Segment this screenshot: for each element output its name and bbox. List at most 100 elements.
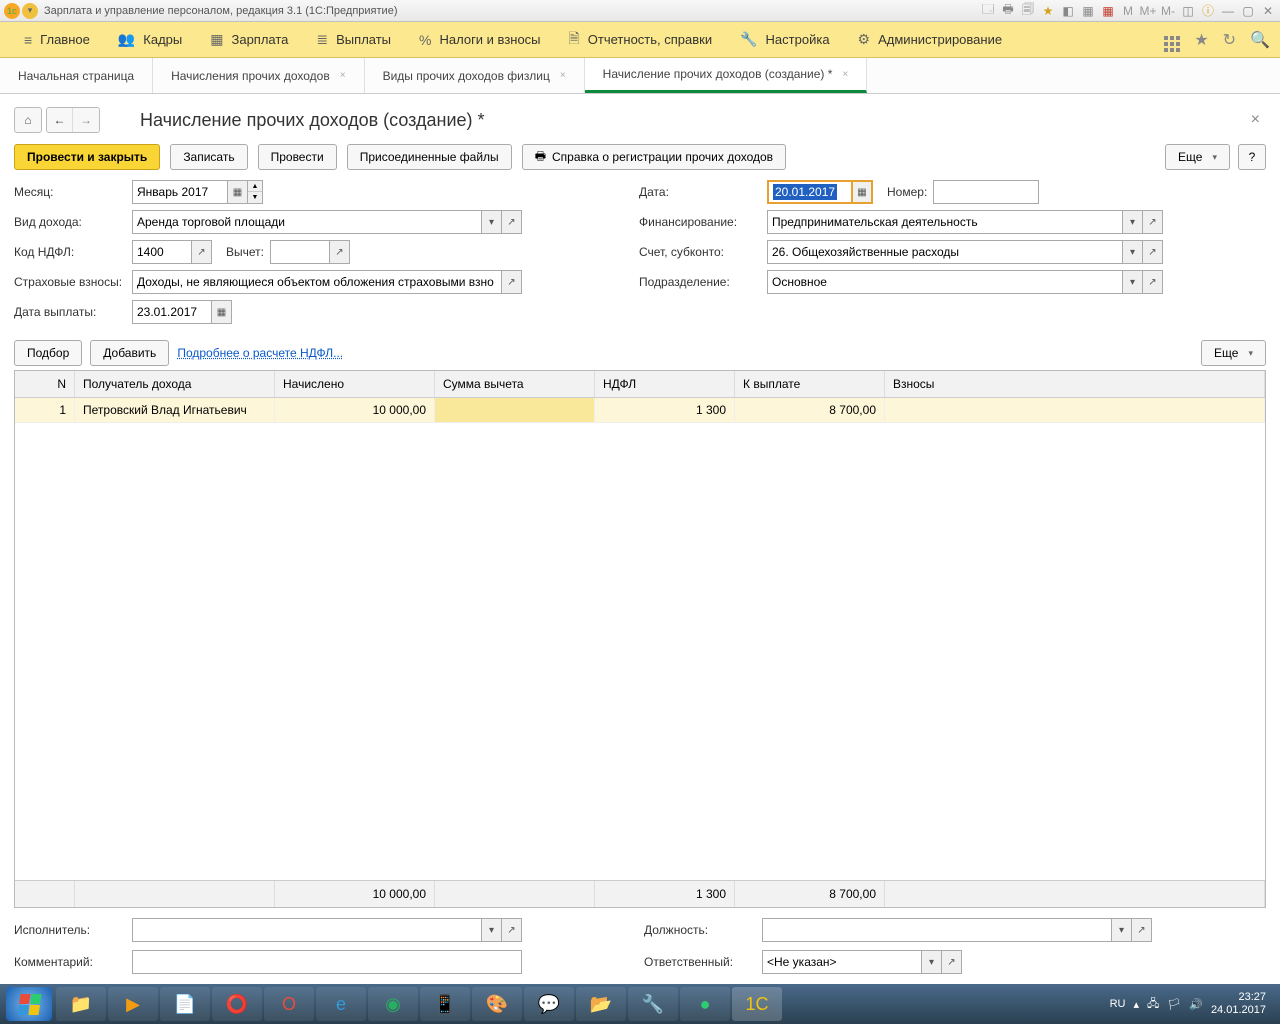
tray-volume-icon[interactable]: 🔊 bbox=[1189, 998, 1203, 1011]
executor-field[interactable] bbox=[132, 918, 482, 942]
taskbar-app[interactable]: 🎨 bbox=[472, 987, 522, 1021]
reference-button[interactable]: 🖶Справка о регистрации прочих доходов bbox=[522, 144, 786, 170]
write-button[interactable]: Записать bbox=[170, 144, 247, 170]
department-field[interactable] bbox=[767, 270, 1123, 294]
taskbar-app-1c[interactable]: 1C bbox=[732, 987, 782, 1021]
col-ndfl[interactable]: НДФЛ bbox=[595, 371, 735, 397]
favorite-icon[interactable]: ★ bbox=[1194, 30, 1208, 50]
taskbar-app[interactable]: O bbox=[264, 987, 314, 1021]
titlebar-icon[interactable]: ◧ bbox=[1060, 3, 1076, 19]
minimize-icon[interactable]: — bbox=[1220, 3, 1236, 19]
help-button[interactable]: ? bbox=[1238, 144, 1266, 170]
dropdown-icon[interactable]: ▾ bbox=[482, 210, 502, 234]
menu-taxes[interactable]: %Налоги и взносы bbox=[405, 22, 555, 57]
tray-clock[interactable]: 23:27 24.01.2017 bbox=[1211, 991, 1274, 1017]
menu-reports[interactable]: 🗎Отчетность, справки bbox=[555, 22, 727, 57]
date-picker-icon[interactable]: ▦ bbox=[853, 180, 873, 204]
menu-admin[interactable]: ⚙Администрирование bbox=[844, 22, 1017, 57]
apps-icon[interactable] bbox=[1164, 27, 1180, 52]
close-page-icon[interactable]: × bbox=[1245, 111, 1266, 129]
income-type-field[interactable] bbox=[132, 210, 482, 234]
table-more-button[interactable]: Еще bbox=[1201, 340, 1266, 366]
month-spinner[interactable]: ▲▼ bbox=[248, 180, 263, 204]
dropdown-icon[interactable]: ▾ bbox=[1123, 210, 1143, 234]
post-and-close-button[interactable]: Провести и закрыть bbox=[14, 144, 160, 170]
ndfl-details-link[interactable]: Подробнее о расчете НДФЛ... bbox=[177, 346, 343, 360]
calendar-icon[interactable]: ▦ bbox=[1100, 3, 1116, 19]
star-icon[interactable]: ★ bbox=[1040, 3, 1056, 19]
deduction-field[interactable] bbox=[270, 240, 330, 264]
select-button[interactable]: Подбор bbox=[14, 340, 82, 366]
tab-create-accrual[interactable]: Начисление прочих доходов (создание) *× bbox=[585, 58, 868, 93]
m-minus-icon[interactable]: M- bbox=[1160, 3, 1176, 19]
taskbar-app[interactable]: 🔧 bbox=[628, 987, 678, 1021]
dropdown-icon[interactable]: ▾ bbox=[1123, 240, 1143, 264]
dropdown-icon[interactable]: ▾ bbox=[922, 950, 942, 974]
open-icon[interactable]: ↗ bbox=[502, 210, 522, 234]
open-icon[interactable]: ↗ bbox=[502, 270, 522, 294]
menu-payments[interactable]: ≣Выплаты bbox=[302, 22, 405, 57]
month-field[interactable] bbox=[132, 180, 228, 204]
col-contrib[interactable]: Взносы bbox=[885, 371, 1265, 397]
m-icon[interactable]: M bbox=[1120, 3, 1136, 19]
menu-salary[interactable]: ▦Зарплата bbox=[196, 22, 302, 57]
open-icon[interactable]: ↗ bbox=[1143, 240, 1163, 264]
tab-close-icon[interactable]: × bbox=[340, 70, 346, 81]
info-icon[interactable]: ⓘ bbox=[1200, 3, 1216, 19]
dropdown-icon[interactable]: ▾ bbox=[482, 918, 502, 942]
tab-home[interactable]: Начальная страница bbox=[0, 58, 153, 93]
tray-icon[interactable]: 🖧 bbox=[1147, 995, 1159, 1014]
open-icon[interactable]: ↗ bbox=[1143, 270, 1163, 294]
open-icon[interactable]: ↗ bbox=[942, 950, 962, 974]
open-icon[interactable]: ↗ bbox=[1132, 918, 1152, 942]
history-icon[interactable]: ↻ bbox=[1223, 30, 1236, 50]
open-icon[interactable]: ↗ bbox=[1143, 210, 1163, 234]
menu-settings[interactable]: 🔧Настройка bbox=[726, 22, 843, 57]
responsible-field[interactable] bbox=[762, 950, 922, 974]
financing-field[interactable] bbox=[767, 210, 1123, 234]
tab-accruals[interactable]: Начисления прочих доходов× bbox=[153, 58, 364, 93]
tab-close-icon[interactable]: × bbox=[560, 70, 566, 81]
col-deduction[interactable]: Сумма вычета bbox=[435, 371, 595, 397]
taskbar-app[interactable]: 💬 bbox=[524, 987, 574, 1021]
taskbar-app[interactable]: e bbox=[316, 987, 366, 1021]
month-picker-icon[interactable]: ▦ bbox=[228, 180, 248, 204]
menu-personnel[interactable]: 👥Кадры bbox=[104, 22, 196, 57]
col-accrued[interactable]: Начислено bbox=[275, 371, 435, 397]
table-row[interactable]: 1 Петровский Влад Игнатьевич 10 000,00 1… bbox=[15, 398, 1265, 423]
open-icon[interactable]: ↗ bbox=[192, 240, 212, 264]
date-field[interactable]: 20.01.2017 bbox=[767, 180, 853, 204]
dropdown-icon[interactable]: ▾ bbox=[1123, 270, 1143, 294]
col-recipient[interactable]: Получатель дохода bbox=[75, 371, 275, 397]
position-field[interactable] bbox=[762, 918, 1112, 942]
col-payout[interactable]: К выплате bbox=[735, 371, 885, 397]
back-button[interactable]: ← bbox=[47, 108, 73, 132]
date-picker-icon[interactable]: ▦ bbox=[212, 300, 232, 324]
titlebar-icon[interactable]: 🖶 bbox=[1000, 3, 1016, 19]
ndfl-code-field[interactable] bbox=[132, 240, 192, 264]
forward-button[interactable]: → bbox=[73, 108, 99, 132]
m-plus-icon[interactable]: M+ bbox=[1140, 3, 1156, 19]
tray-icon[interactable]: ▴ bbox=[1133, 998, 1139, 1011]
open-icon[interactable]: ↗ bbox=[330, 240, 350, 264]
start-button[interactable] bbox=[6, 987, 52, 1021]
dropdown-icon[interactable]: ▾ bbox=[1112, 918, 1132, 942]
menu-main[interactable]: ≡Главное bbox=[10, 22, 104, 57]
close-icon[interactable]: ✕ bbox=[1260, 3, 1276, 19]
more-button[interactable]: Еще bbox=[1165, 144, 1230, 170]
maximize-icon[interactable]: ▢ bbox=[1240, 3, 1256, 19]
comment-field[interactable] bbox=[132, 950, 522, 974]
dropdown-icon[interactable]: ▾ bbox=[22, 3, 38, 19]
taskbar-app[interactable]: ● bbox=[680, 987, 730, 1021]
titlebar-icon[interactable]: 🗐 bbox=[1020, 3, 1036, 19]
tab-income-types[interactable]: Виды прочих доходов физлиц× bbox=[365, 58, 585, 93]
tray-lang[interactable]: RU bbox=[1110, 998, 1126, 1010]
taskbar-app[interactable]: ◉ bbox=[368, 987, 418, 1021]
insurance-field[interactable] bbox=[132, 270, 502, 294]
taskbar-app[interactable]: 📱 bbox=[420, 987, 470, 1021]
number-field[interactable] bbox=[933, 180, 1039, 204]
post-button[interactable]: Провести bbox=[258, 144, 337, 170]
titlebar-icon[interactable]: ▦ bbox=[1080, 3, 1096, 19]
taskbar-app[interactable]: 📁 bbox=[56, 987, 106, 1021]
open-icon[interactable]: ↗ bbox=[502, 918, 522, 942]
